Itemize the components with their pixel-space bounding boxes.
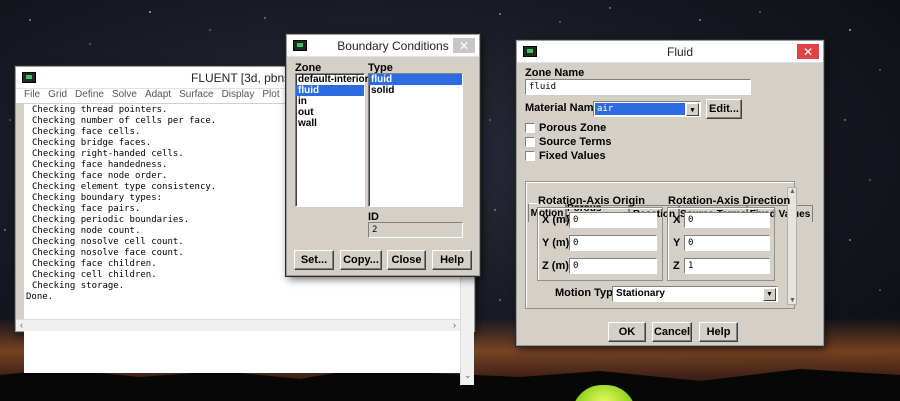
menu-surface[interactable]: Surface	[179, 89, 213, 103]
zone-name-input[interactable]: fluid	[525, 79, 751, 95]
panel-scroll-up-icon[interactable]: ▲	[789, 188, 796, 195]
fixed-values-checkbox[interactable]	[525, 151, 535, 161]
fixed-values-label: Fixed Values	[539, 150, 606, 162]
boundary-close-icon[interactable]: ✕	[453, 38, 475, 53]
help-button[interactable]: Help	[432, 250, 472, 270]
type-item-solid[interactable]: solid	[369, 85, 462, 96]
direction-x-label: X	[673, 214, 681, 226]
zone-list[interactable]: default-interior fluid in out wall	[295, 73, 369, 207]
zone-item-wall[interactable]: wall	[296, 118, 364, 129]
menu-adapt[interactable]: Adapt	[145, 89, 171, 103]
motion-type-value: Stationary	[616, 288, 665, 299]
menu-grid[interactable]: Grid	[48, 89, 67, 103]
scroll-down-icon[interactable]: ⌄	[464, 370, 472, 381]
id-field: 2	[368, 222, 463, 238]
origin-z-input[interactable]: 0	[569, 258, 657, 274]
direction-y-label: Y	[673, 237, 681, 249]
origin-z-label: Z (m)	[542, 260, 569, 272]
material-select-value: air	[595, 103, 685, 115]
fluid-window: Fluid ✕ Zone Name fluid Material Name ai…	[516, 40, 824, 346]
source-terms-label: Source Terms	[539, 136, 612, 148]
panel-scroll-down-icon[interactable]: ▼	[789, 297, 796, 304]
cancel-button[interactable]: Cancel	[652, 322, 692, 342]
ok-button[interactable]: OK	[608, 322, 646, 342]
console-line: Checking storage.	[32, 281, 125, 291]
direction-x-input[interactable]: 0	[684, 212, 770, 228]
source-terms-checkbox[interactable]	[525, 137, 535, 147]
motion-type-label: Motion Type	[555, 287, 619, 299]
boundary-titlebar: Boundary Conditions ✕	[287, 35, 479, 57]
menu-solve[interactable]: Solve	[112, 89, 137, 103]
boundary-conditions-window: Boundary Conditions ✕ Zone Type default-…	[286, 34, 480, 276]
porous-zone-label: Porous Zone	[539, 122, 607, 134]
motion-type-select[interactable]: Stationary ▼	[612, 286, 778, 302]
menu-plot[interactable]: Plot	[262, 89, 279, 103]
scroll-right-icon[interactable]: ›	[453, 320, 456, 330]
origin-y-input[interactable]: 0	[569, 235, 657, 251]
edit-material-button[interactable]: Edit...	[706, 99, 742, 119]
material-name-label: Material Name	[525, 102, 600, 114]
porous-zone-checkbox[interactable]	[525, 123, 535, 133]
origin-x-input[interactable]: 0	[569, 212, 657, 228]
console-horizontal-scrollbar[interactable]: ‹ ›	[16, 319, 460, 331]
origin-x-label: X (m)	[542, 214, 570, 226]
menu-define[interactable]: Define	[75, 89, 104, 103]
fluid-close-icon[interactable]: ✕	[797, 44, 819, 59]
close-button[interactable]: Close	[387, 250, 426, 270]
direction-z-input[interactable]: 1	[684, 258, 770, 274]
material-select[interactable]: air ▼	[593, 101, 701, 117]
zone-item-in[interactable]: in	[296, 96, 364, 107]
copy-button[interactable]: Copy...	[340, 250, 382, 270]
zone-name-label: Zone Name	[525, 67, 585, 79]
menu-file[interactable]: File	[24, 89, 40, 103]
fluid-help-button[interactable]: Help	[699, 322, 738, 342]
rotation-origin-label: Rotation-Axis Origin	[538, 195, 645, 207]
zone-item-out[interactable]: out	[296, 107, 364, 118]
fluent-app-icon	[22, 72, 36, 83]
scroll-left-icon[interactable]: ‹	[20, 320, 23, 330]
direction-z-label: Z	[673, 260, 680, 272]
type-list[interactable]: fluid solid	[368, 73, 463, 207]
zone-item-default-interior[interactable]: default-interior	[296, 74, 369, 85]
rotation-direction-label: Rotation-Axis Direction	[668, 195, 791, 207]
set-button[interactable]: Set...	[294, 250, 334, 270]
motion-type-dropdown-icon[interactable]: ▼	[763, 288, 776, 301]
fluid-app-icon	[523, 46, 537, 57]
direction-y-input[interactable]: 0	[684, 235, 770, 251]
fluid-title: Fluid	[666, 44, 693, 59]
menu-display[interactable]: Display	[222, 89, 255, 103]
boundary-app-icon	[293, 40, 307, 51]
zone-item-fluid[interactable]: fluid	[296, 85, 364, 96]
fluid-titlebar: Fluid ✕	[517, 41, 823, 63]
material-dropdown-icon[interactable]: ▼	[686, 103, 699, 116]
console-line: Done.	[26, 292, 54, 302]
type-item-fluid[interactable]: fluid	[369, 74, 462, 85]
origin-y-label: Y (m)	[542, 237, 570, 249]
